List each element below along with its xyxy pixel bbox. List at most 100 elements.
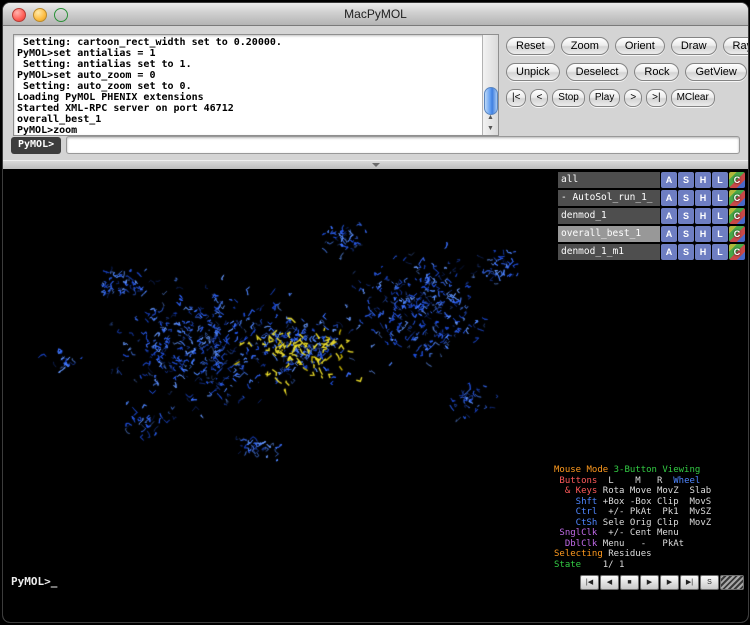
color-menu-c[interactable]: C xyxy=(729,208,745,224)
command-input[interactable] xyxy=(66,136,740,154)
console-line: PyMOL>set antialias = 1 xyxy=(17,48,480,59)
movie-forward-button[interactable]: > xyxy=(624,89,642,107)
object-name[interactable]: overall_best_1 xyxy=(558,226,660,242)
movie-stop-button[interactable]: ■ xyxy=(620,575,639,590)
label-menu-l[interactable]: L xyxy=(712,172,728,188)
orient-button[interactable]: Orient xyxy=(615,37,665,55)
scroll-up-icon[interactable]: ▲ xyxy=(484,112,497,123)
mouse-help-segment: & Keys xyxy=(554,486,597,496)
hide-menu-h[interactable]: H xyxy=(695,244,711,260)
movie-step-back-button[interactable]: ◀ xyxy=(600,575,619,590)
deselect-button[interactable]: Deselect xyxy=(566,63,629,81)
movie-step-forward-button[interactable]: ▶ xyxy=(660,575,679,590)
mouse-help-segment: M xyxy=(614,476,641,486)
show-menu-s[interactable]: S xyxy=(678,190,694,206)
draw-button[interactable]: Draw xyxy=(671,37,717,55)
hide-menu-h[interactable]: H xyxy=(695,226,711,242)
mouse-help-row: SnglClk +/- Cent Menu xyxy=(554,528,744,539)
scrollbar-thumb[interactable] xyxy=(484,87,498,115)
minimize-button[interactable] xyxy=(33,8,47,22)
label-menu-l[interactable]: L xyxy=(712,208,728,224)
console-line: Started XML-RPC server on port 46712 xyxy=(17,103,480,114)
movie-first-button[interactable]: |< xyxy=(506,89,526,107)
mouse-help-segment: +/- xyxy=(597,507,624,517)
mouse-help-segment: Pk1 xyxy=(652,507,679,517)
movie-play-button[interactable]: ▶ xyxy=(640,575,659,590)
color-menu-c[interactable]: C xyxy=(729,244,745,260)
upper-panel: Setting: cartoon_rect_width set to 0.200… xyxy=(3,26,748,160)
action-menu-a[interactable]: A xyxy=(661,244,677,260)
resize-grip[interactable] xyxy=(720,575,744,590)
mouse-help-segment: Selecting xyxy=(554,549,603,559)
viewport-command-prompt[interactable]: PyMOL>_ xyxy=(11,575,57,588)
unpick-button[interactable]: Unpick xyxy=(506,63,560,81)
label-menu-l[interactable]: L xyxy=(712,226,728,242)
mouse-help-row: Mouse Mode 3-Button Viewing xyxy=(554,465,744,476)
movie-rewind-button[interactable]: |◀ xyxy=(580,575,599,590)
movie-back-button[interactable]: < xyxy=(530,89,548,107)
label-menu-l[interactable]: L xyxy=(712,244,728,260)
splitter[interactable] xyxy=(3,160,748,169)
show-menu-s[interactable]: S xyxy=(678,244,694,260)
object-name[interactable]: - AutoSol_run_1_ xyxy=(558,190,660,206)
console-text: Setting: cartoon_rect_width set to 0.200… xyxy=(14,35,483,135)
mouse-help-panel: Mouse Mode 3-Button Viewing Buttons L M … xyxy=(554,465,744,570)
viewport-3d[interactable] xyxy=(3,169,555,623)
console-line: PyMOL>set auto_zoom = 0 xyxy=(17,70,480,81)
hide-menu-h[interactable]: H xyxy=(695,208,711,224)
object-name[interactable]: all xyxy=(558,172,660,188)
rock-button[interactable]: Rock xyxy=(634,63,679,81)
zoom-button[interactable]: Zoom xyxy=(561,37,609,55)
color-menu-c[interactable]: C xyxy=(729,226,745,242)
action-menu-a[interactable]: A xyxy=(661,172,677,188)
show-menu-s[interactable]: S xyxy=(678,208,694,224)
action-menu-a[interactable]: A xyxy=(661,226,677,242)
movie-s-button[interactable]: S xyxy=(700,575,719,590)
zoom-button-window[interactable] xyxy=(54,8,68,22)
mouse-help-segment: Menu xyxy=(597,539,624,549)
color-menu-c[interactable]: C xyxy=(729,190,745,206)
hide-menu-h[interactable]: H xyxy=(695,172,711,188)
mouse-help-segment: Clip xyxy=(652,497,679,507)
color-menu-c[interactable]: C xyxy=(729,172,745,188)
object-name[interactable]: denmod_1_m1 xyxy=(558,244,660,260)
close-button[interactable] xyxy=(12,8,26,22)
mouse-help-segment: Shft xyxy=(554,497,597,507)
mouse-help-segment: SnglClk xyxy=(554,528,597,538)
console-scrollbar[interactable]: ▲ ▼ xyxy=(482,35,498,135)
hide-menu-h[interactable]: H xyxy=(695,190,711,206)
mouse-help-segment: Buttons xyxy=(554,476,597,486)
mouse-help-segment: Orig xyxy=(624,518,651,528)
action-menu-a[interactable]: A xyxy=(661,208,677,224)
scroll-down-icon[interactable]: ▼ xyxy=(484,123,497,134)
control-buttons: Reset Zoom Orient Draw Ray Unpick Desele… xyxy=(506,37,739,115)
label-menu-l[interactable]: L xyxy=(712,190,728,206)
mouse-help-segment: Cent xyxy=(624,528,651,538)
object-row: denmod_1_m1 A S H L C xyxy=(558,244,745,260)
mouse-help-row: Selecting Residues xyxy=(554,549,744,560)
mouse-help-segment: 1/ 1 xyxy=(581,560,624,570)
show-menu-s[interactable]: S xyxy=(678,226,694,242)
mouse-help-segment: MovZ xyxy=(679,518,712,528)
action-menu-a[interactable]: A xyxy=(661,190,677,206)
window-title: MacPyMOL xyxy=(3,3,748,25)
show-menu-s[interactable]: S xyxy=(678,172,694,188)
object-name[interactable]: denmod_1 xyxy=(558,208,660,224)
mouse-help-segment: Clip xyxy=(652,518,679,528)
mouse-help-segment: - xyxy=(624,539,646,549)
console-line: Setting: cartoon_rect_width set to 0.200… xyxy=(17,37,480,48)
mclear-button[interactable]: MClear xyxy=(671,89,715,107)
stop-button[interactable]: Stop xyxy=(552,89,585,107)
console-line: overall_best_1 xyxy=(17,114,480,125)
mouse-help-row: DblClk Menu - PkAt xyxy=(554,539,744,550)
mouse-help-segment: PkAt xyxy=(646,539,684,549)
ray-button[interactable]: Ray xyxy=(723,37,749,55)
movie-fast-forward-button[interactable]: ▶| xyxy=(680,575,699,590)
control-row-3: |< < Stop Play > >| MClear xyxy=(506,89,739,107)
title-bar[interactable]: MacPyMOL xyxy=(3,3,748,26)
getview-button[interactable]: GetView xyxy=(685,63,746,81)
mouse-help-segment: State xyxy=(554,560,581,570)
movie-last-button[interactable]: >| xyxy=(646,89,666,107)
play-button[interactable]: Play xyxy=(589,89,620,107)
reset-button[interactable]: Reset xyxy=(506,37,555,55)
